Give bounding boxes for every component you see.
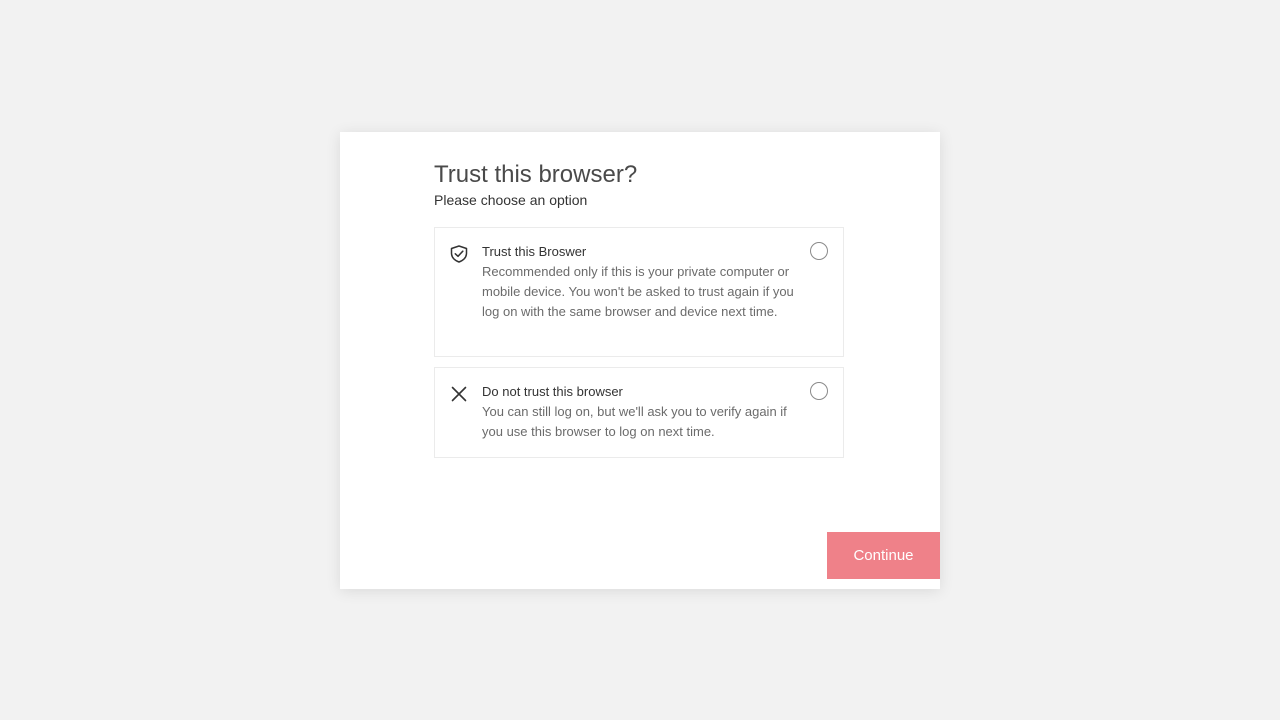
continue-button[interactable]: Continue [827,532,940,579]
option-notrust-title: Do not trust this browser [482,384,623,399]
option-notrust-description: You can still log on, but we'll ask you … [482,404,787,439]
trust-browser-dialog: Trust this browser? Please choose an opt… [340,132,940,589]
option-trust-text: Trust this Broswer Recommended only if t… [482,242,800,322]
option-trust-title: Trust this Broswer [482,244,587,259]
option-notrust-text: Do not trust this browser You can still … [482,382,800,442]
dialog-content: Trust this browser? Please choose an opt… [434,160,940,579]
option-notrust-radio[interactable] [810,382,828,400]
option-do-not-trust[interactable]: Do not trust this browser You can still … [434,367,844,458]
dialog-title: Trust this browser? [434,161,638,188]
close-icon [449,384,469,404]
shield-check-icon [449,244,469,264]
option-trust-description: Recommended only if this is your private… [482,264,794,319]
dialog-subtitle: Please choose an option [434,192,588,208]
option-trust-radio[interactable] [810,242,828,260]
option-trust-browser[interactable]: Trust this Broswer Recommended only if t… [434,227,844,357]
